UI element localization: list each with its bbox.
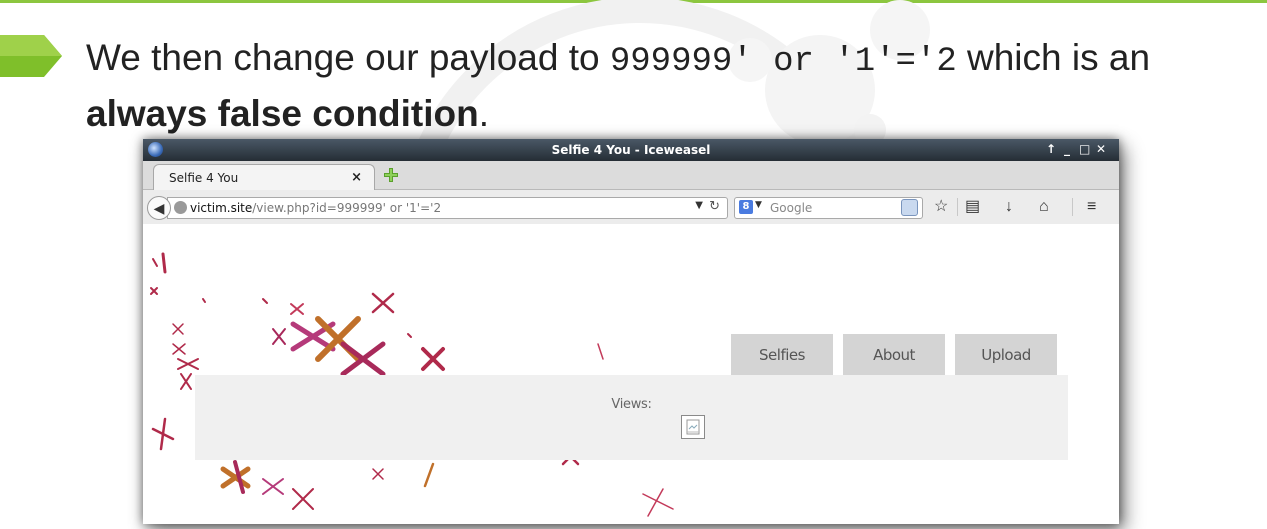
- magnifier-icon[interactable]: [901, 199, 918, 216]
- payload-code: 999999' or '1'='2: [609, 43, 957, 81]
- headline-end: .: [478, 93, 490, 134]
- reload-icon[interactable]: ↻: [709, 199, 720, 214]
- window-minimize-icon[interactable]: _: [1064, 142, 1070, 156]
- home-icon[interactable]: ⌂: [1039, 198, 1049, 216]
- nav-upload-button[interactable]: Upload: [955, 334, 1057, 376]
- tab-label: Selfie 4 You: [169, 171, 239, 185]
- nav-about-button[interactable]: About: [843, 334, 945, 376]
- url-bar[interactable]: victim.site/view.php?id=999999' or '1'='…: [167, 197, 728, 219]
- toolbar-separator: [957, 198, 958, 216]
- toolbar-separator: [1072, 198, 1073, 216]
- new-tab-icon[interactable]: [383, 167, 399, 183]
- tab-selfie-4-you[interactable]: Selfie 4 You ×: [153, 164, 375, 190]
- headline-prefix: We then change our payload to: [86, 37, 610, 78]
- broken-image-icon: [681, 415, 705, 439]
- globe-icon: [174, 201, 187, 214]
- views-panel: Views:: [195, 375, 1068, 460]
- bullet-arrow-icon: [0, 35, 62, 77]
- reading-list-icon[interactable]: ▤: [965, 198, 980, 216]
- menu-icon[interactable]: ≡: [1087, 198, 1096, 216]
- tab-close-icon[interactable]: ×: [351, 170, 362, 185]
- download-icon[interactable]: ↓: [1005, 198, 1013, 216]
- browser-window: Selfie 4 You - Iceweasel ↑ _ □ ✕ Selfie …: [143, 139, 1119, 524]
- window-title: Selfie 4 You - Iceweasel: [551, 143, 711, 157]
- slide-headline: We then change our payload to 999999' or…: [86, 32, 1256, 140]
- url-path: /view.php?id=999999' or '1'='2: [252, 201, 442, 215]
- headline-middle: which is an: [956, 37, 1151, 78]
- search-engine-icon[interactable]: 8: [739, 200, 753, 214]
- window-maximize-up-icon[interactable]: ↑: [1046, 142, 1056, 156]
- url-text[interactable]: victim.site/view.php?id=999999' or '1'='…: [190, 201, 441, 215]
- search-bar[interactable]: 8 ▼ Google: [734, 197, 923, 219]
- page-content: Selfies About Upload Views:: [143, 224, 1119, 524]
- url-history-dropdown-icon[interactable]: ▼: [695, 200, 703, 211]
- url-host: victim.site: [190, 201, 253, 215]
- bookmark-star-icon[interactable]: ☆: [934, 198, 948, 216]
- window-close-icon[interactable]: ✕: [1096, 142, 1106, 156]
- search-engine-dropdown-icon[interactable]: ▼: [755, 200, 762, 210]
- search-placeholder: Google: [770, 201, 813, 215]
- headline-emphasis: always false condition: [86, 93, 479, 134]
- window-titlebar[interactable]: Selfie 4 You - Iceweasel ↑ _ □ ✕: [143, 139, 1119, 161]
- nav-selfies-button[interactable]: Selfies: [731, 334, 833, 376]
- window-maximize-icon[interactable]: □: [1079, 142, 1090, 156]
- back-icon[interactable]: ◀: [147, 196, 171, 220]
- tab-strip: Selfie 4 You ×: [143, 161, 1119, 190]
- views-label: Views:: [611, 397, 652, 412]
- navigation-toolbar: victim.site/view.php?id=999999' or '1'='…: [143, 190, 1119, 225]
